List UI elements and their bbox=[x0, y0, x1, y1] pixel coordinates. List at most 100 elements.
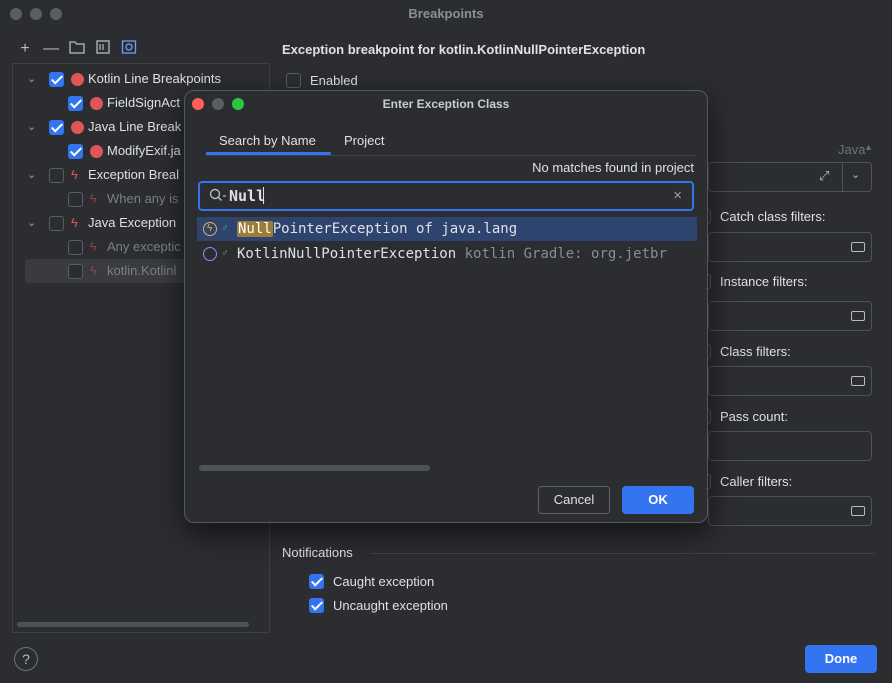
access-icon: ♂ bbox=[221, 223, 229, 234]
dialog-minimize-button[interactable] bbox=[212, 98, 224, 110]
breakpoint-dot-icon bbox=[71, 73, 84, 86]
uncaught-exception-label: Uncaught exception bbox=[333, 598, 448, 613]
tree-label: FieldSignAct bbox=[107, 95, 180, 110]
tree-label: Any exceptic bbox=[107, 239, 181, 254]
zoom-window-button[interactable] bbox=[50, 8, 62, 20]
add-icon[interactable]: + bbox=[16, 40, 34, 58]
checkbox-any-exception[interactable] bbox=[68, 240, 83, 255]
tree-label: Exception Breal bbox=[88, 167, 180, 182]
search-icon bbox=[209, 188, 227, 207]
class-search-input[interactable]: Null × bbox=[198, 181, 694, 211]
match-highlight: Null bbox=[237, 221, 273, 237]
tree-group-kotlin-line[interactable]: ⌄ Kotlin Line Breakpoints bbox=[13, 67, 269, 91]
breakpoint-dot-icon bbox=[71, 121, 84, 134]
folder-icon[interactable] bbox=[851, 506, 865, 516]
tree-label: Java Line Break bbox=[88, 119, 182, 134]
group-file-icon[interactable] bbox=[94, 40, 112, 58]
help-button[interactable]: ? bbox=[14, 647, 38, 671]
catch-class-filters-label: Catch class filters: bbox=[720, 209, 826, 224]
chevron-down-icon[interactable]: ⌄ bbox=[851, 168, 860, 181]
lightning-icon: ϟ bbox=[71, 215, 78, 230]
checkbox-kotlin-line[interactable] bbox=[49, 72, 64, 87]
chevron-down-icon[interactable]: ⌄ bbox=[27, 163, 39, 187]
catch-class-filters-field[interactable] bbox=[708, 232, 872, 262]
result-label: PointerException of java.lang bbox=[272, 221, 518, 237]
enter-exception-class-dialog: Enter Exception Class Search by Name Pro… bbox=[184, 90, 708, 523]
expand-icon[interactable]: ⤢ bbox=[819, 168, 829, 184]
dialog-close-button[interactable] bbox=[192, 98, 204, 110]
pass-count-label: Pass count: bbox=[720, 409, 788, 424]
folder-icon[interactable] bbox=[851, 376, 865, 386]
field-divider bbox=[842, 163, 843, 191]
enabled-label: Enabled bbox=[310, 73, 358, 88]
checkbox-java-line[interactable] bbox=[49, 120, 64, 135]
cancel-button[interactable]: Cancel bbox=[538, 486, 610, 514]
clear-icon[interactable]: × bbox=[673, 187, 682, 204]
caller-filters-label: Caller filters: bbox=[720, 474, 793, 489]
checkbox-when-any[interactable] bbox=[68, 192, 83, 207]
condition-field[interactable]: ⤢ ⌄ bbox=[708, 162, 872, 192]
chevron-down-icon[interactable]: ⌄ bbox=[27, 115, 39, 139]
breakpoint-title: Exception breakpoint for kotlin.KotlinNu… bbox=[282, 42, 646, 57]
checkbox-exception[interactable] bbox=[49, 168, 64, 183]
breakpoint-dot-icon bbox=[90, 97, 103, 110]
remove-icon[interactable]: — bbox=[42, 40, 60, 58]
tree-label: Java Exception bbox=[88, 215, 177, 230]
checkbox-modifyexif[interactable] bbox=[68, 144, 83, 159]
instance-filters-label: Instance filters: bbox=[720, 274, 808, 289]
tab-divider bbox=[205, 155, 695, 156]
search-query: Null bbox=[229, 187, 266, 205]
result-label: KotlinNullPointerException bbox=[237, 246, 457, 262]
caught-exception-label: Caught exception bbox=[333, 574, 435, 589]
dialog-title: Enter Exception Class bbox=[382, 97, 510, 111]
checkbox-kotlin-npe[interactable] bbox=[68, 264, 83, 279]
lightning-icon: ϟ bbox=[90, 263, 97, 278]
uncaught-exception-checkbox[interactable] bbox=[309, 598, 324, 613]
tree-label: ModifyExif.ja bbox=[107, 143, 181, 158]
class-filters-label: Class filters: bbox=[720, 344, 791, 359]
chevron-down-icon[interactable]: ⌄ bbox=[27, 67, 39, 91]
minimize-window-button[interactable] bbox=[30, 8, 42, 20]
language-label: Java bbox=[838, 142, 866, 157]
notifications-divider bbox=[370, 553, 875, 554]
done-button[interactable]: Done bbox=[805, 645, 877, 673]
caller-filters-field[interactable] bbox=[708, 496, 872, 526]
text-caret bbox=[263, 187, 264, 204]
class-filters-field[interactable] bbox=[708, 366, 872, 396]
notifications-heading: Notifications bbox=[282, 545, 353, 560]
result-location: kotlin Gradle: org.jetbr bbox=[456, 246, 667, 262]
access-icon: ♂ bbox=[221, 248, 229, 259]
result-item-nullpointerexception[interactable]: ϟ ♂ NullPointerException of java.lang bbox=[197, 217, 697, 241]
dialog-zoom-button[interactable] bbox=[232, 98, 244, 110]
tree-label: kotlin.Kotlinl bbox=[107, 263, 177, 278]
tab-search-by-name[interactable]: Search by Name bbox=[219, 133, 316, 148]
lightning-icon: ϟ bbox=[90, 239, 97, 254]
lightning-icon: ϟ bbox=[207, 223, 213, 234]
tab-project[interactable]: Project bbox=[344, 133, 384, 148]
enabled-checkbox[interactable] bbox=[286, 73, 301, 88]
pass-count-field[interactable] bbox=[708, 431, 872, 461]
caught-exception-checkbox[interactable] bbox=[309, 574, 324, 589]
chevron-down-icon[interactable]: ⌄ bbox=[27, 211, 39, 235]
tree-label: When any is bbox=[107, 191, 179, 206]
chevron-up-icon: ▴ bbox=[866, 142, 872, 153]
no-matches-text: No matches found in project bbox=[532, 160, 694, 175]
tree-horizontal-scrollbar[interactable] bbox=[17, 622, 249, 627]
kotlin-class-icon bbox=[203, 247, 217, 261]
group-class-icon[interactable] bbox=[120, 40, 138, 58]
tree-item-kotlin-npe[interactable]: ϟ kotlin.Kotlinl bbox=[25, 259, 185, 283]
result-item-kotlinnullpointerexception[interactable]: ♂ KotlinNullPointerException kotlin Grad… bbox=[197, 242, 697, 266]
checkbox-fieldsignact[interactable] bbox=[68, 96, 83, 111]
instance-filters-field[interactable] bbox=[708, 301, 872, 331]
group-folder-icon[interactable] bbox=[68, 40, 86, 58]
folder-icon[interactable] bbox=[851, 242, 865, 252]
close-window-button[interactable] bbox=[10, 8, 22, 20]
ok-button[interactable]: OK bbox=[622, 486, 694, 514]
checkbox-java-exception[interactable] bbox=[49, 216, 64, 231]
results-horizontal-scrollbar[interactable] bbox=[199, 465, 430, 471]
folder-icon[interactable] bbox=[851, 311, 865, 321]
breakpoint-check-dot-icon bbox=[90, 145, 103, 158]
tree-label: Kotlin Line Breakpoints bbox=[88, 71, 221, 86]
window-title: Breakpoints bbox=[408, 6, 484, 21]
lightning-icon: ϟ bbox=[71, 167, 78, 182]
